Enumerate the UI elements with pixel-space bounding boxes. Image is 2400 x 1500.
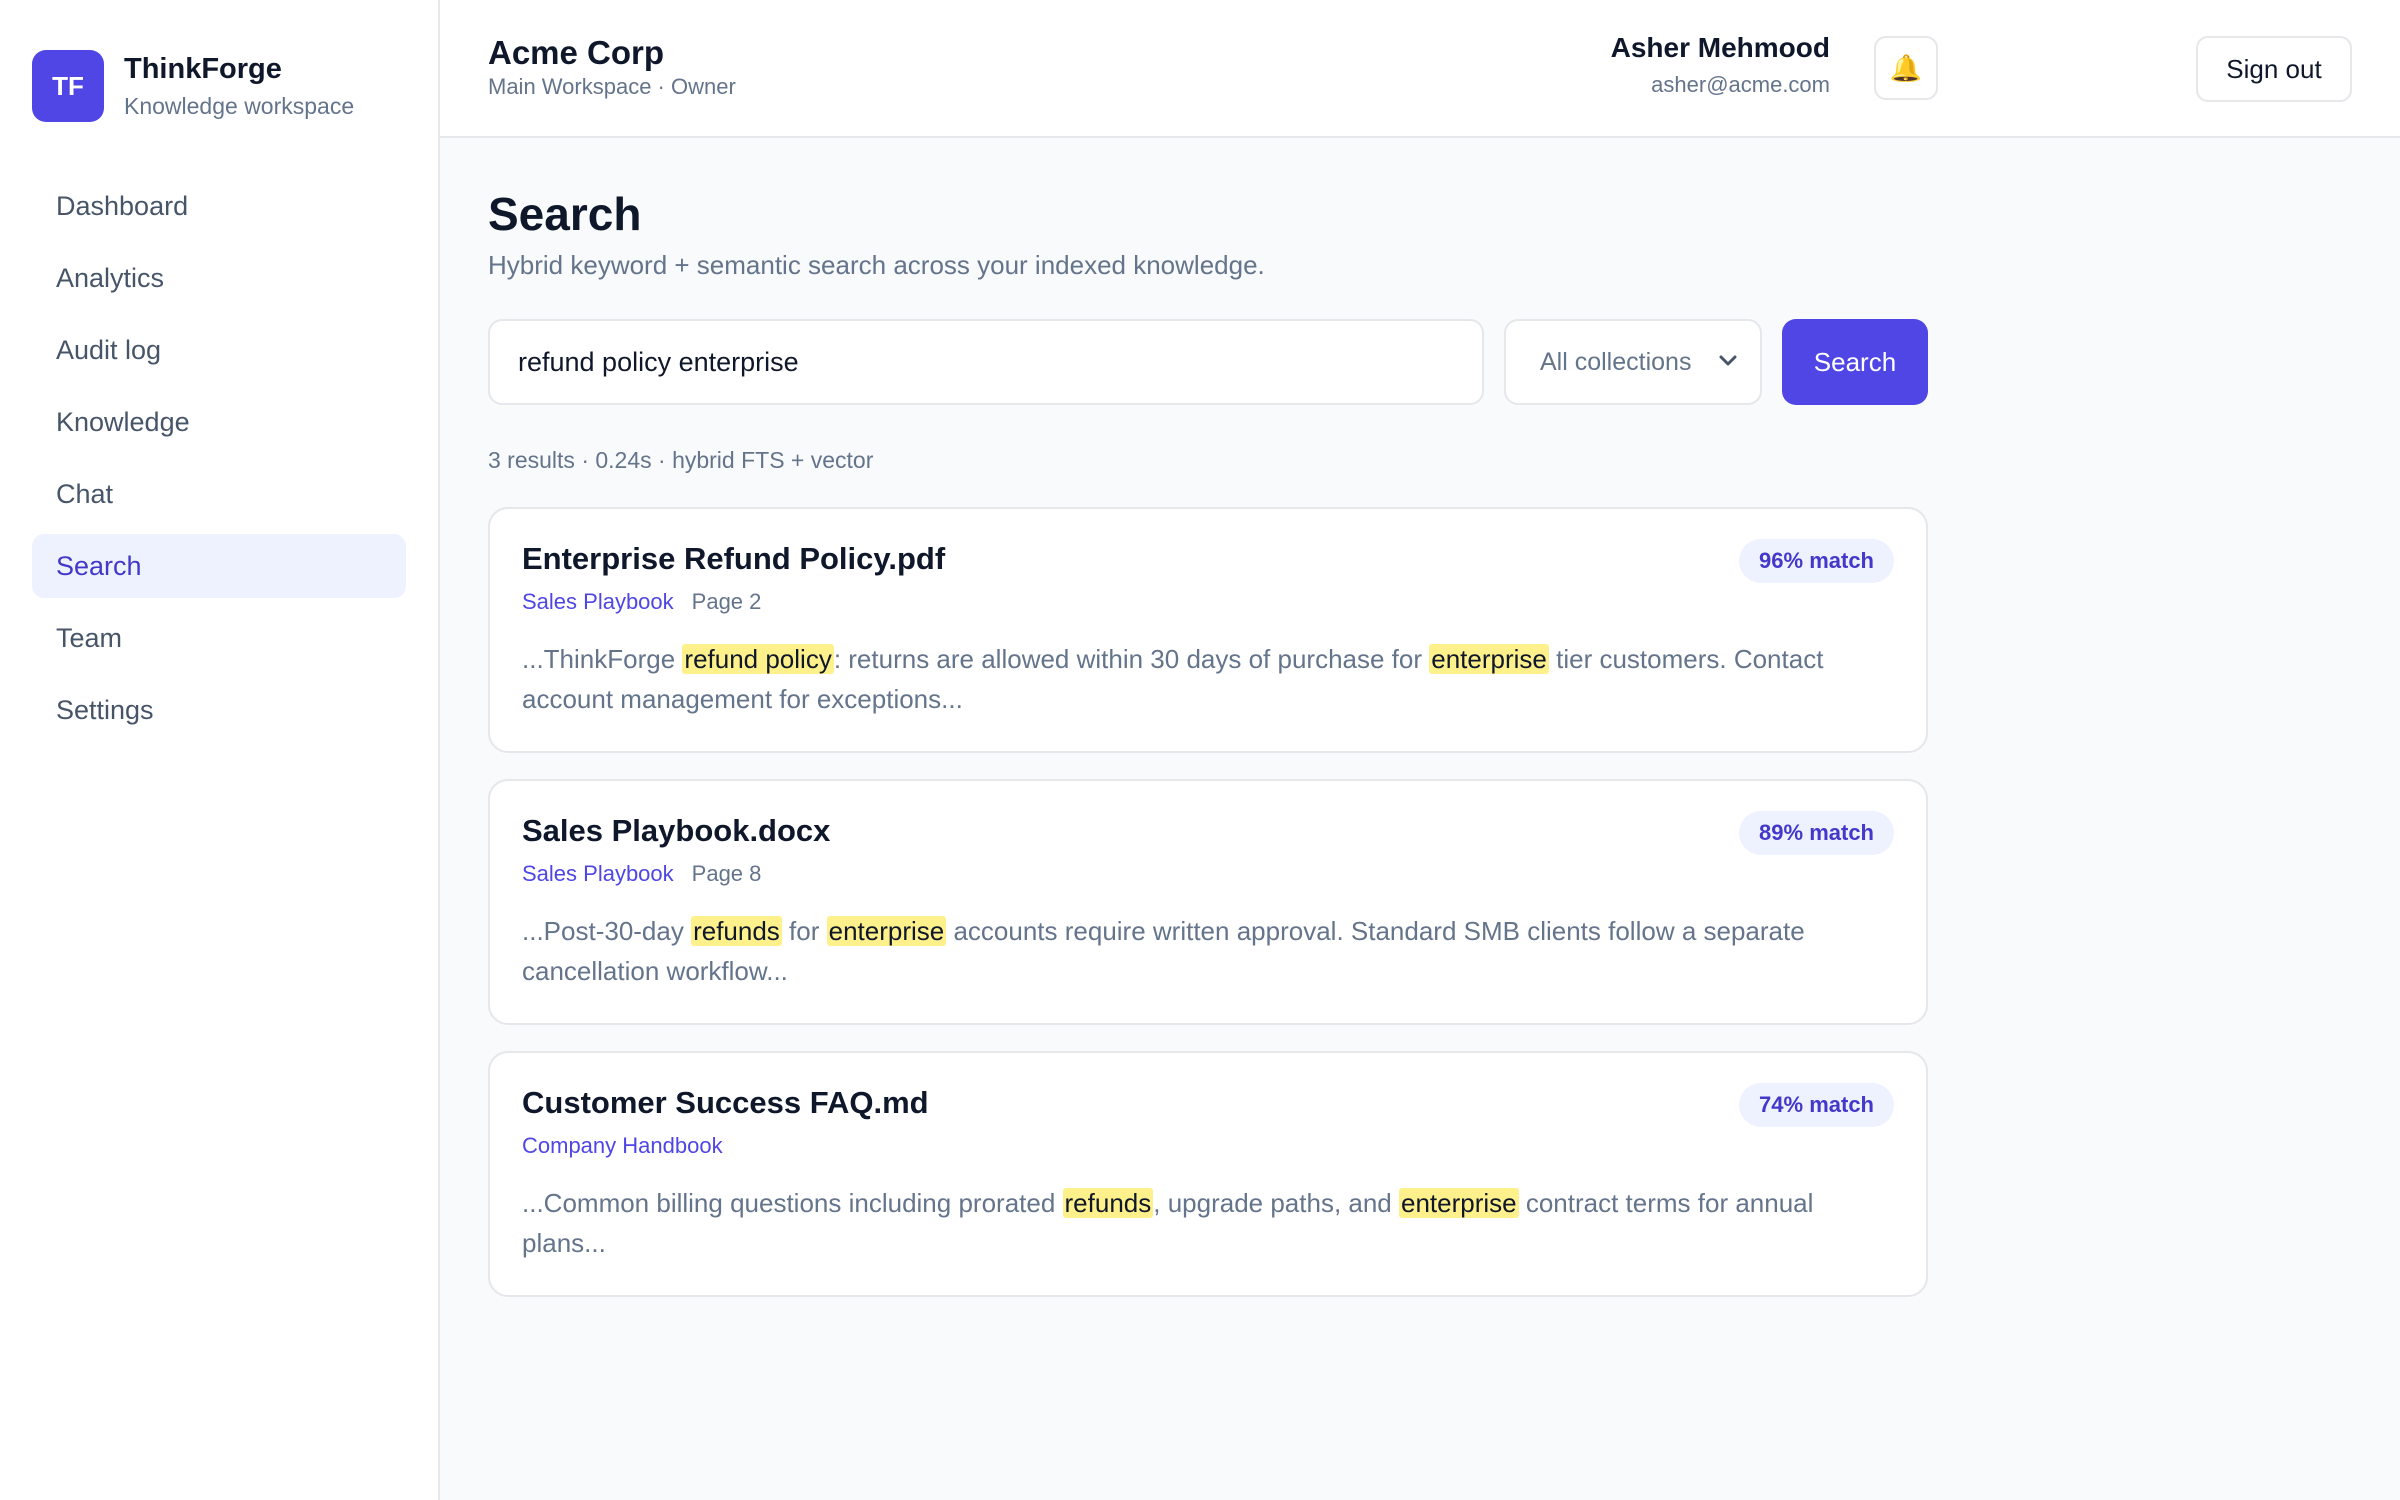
page-subtitle: Hybrid keyword + semantic search across … <box>488 250 1265 280</box>
sidebar-item-audit-log[interactable]: Audit log <box>32 318 406 382</box>
sidebar-nav: Dashboard Analytics Audit log Knowledge … <box>32 174 406 750</box>
main-content: Search Hybrid keyword + semantic search … <box>488 138 1928 1323</box>
search-button[interactable]: Search <box>1782 319 1928 405</box>
brand-subtitle: Knowledge workspace <box>124 93 355 119</box>
snippet-text: ...Common billing questions including pr… <box>522 1188 1063 1218</box>
sidebar: TF ThinkForge Knowledge workspace Dashbo… <box>0 0 440 1500</box>
result-title[interactable]: Customer Success FAQ.md <box>522 1083 1894 1123</box>
sign-out-button[interactable]: Sign out <box>2196 36 2352 102</box>
search-highlight: refunds <box>1062 1188 1154 1218</box>
collection-select-value: All collections <box>1540 347 1692 376</box>
top-bar: Acme Corp Main Workspace · Owner 🔔 Asher… <box>440 0 2400 138</box>
result-card[interactable]: Customer Success FAQ.md Company Handbook… <box>488 1051 1928 1297</box>
search-highlight: enterprise <box>1399 1188 1519 1218</box>
user-info: Asher Mehmood asher@acme.com <box>1611 30 1830 98</box>
workspace-name: Acme Corp <box>488 34 665 71</box>
notifications-button[interactable]: 🔔 <box>1874 36 1938 100</box>
result-snippet: ...ThinkForge refund policy: returns are… <box>522 639 1862 719</box>
brand: TF ThinkForge Knowledge workspace <box>32 50 354 122</box>
snippet-text: : returns are allowed within 30 days of … <box>833 644 1430 674</box>
sidebar-item-settings[interactable]: Settings <box>32 678 406 742</box>
sidebar-item-team[interactable]: Team <box>32 606 406 670</box>
chevron-down-icon <box>1719 355 1737 366</box>
snippet-text: for <box>781 916 827 946</box>
snippet-text: ...ThinkForge <box>522 644 683 674</box>
sidebar-item-dashboard[interactable]: Dashboard <box>32 174 406 238</box>
result-title[interactable]: Sales Playbook.docx <box>522 811 1894 851</box>
result-title[interactable]: Enterprise Refund Policy.pdf <box>522 539 1894 579</box>
match-badge: 74% match <box>1739 1083 1894 1127</box>
collection-select[interactable]: All collections <box>1504 319 1762 405</box>
results-list: Enterprise Refund Policy.pdf Sales Playb… <box>488 507 1928 1297</box>
result-collection: Company Handbook <box>522 1133 723 1158</box>
sidebar-item-search[interactable]: Search <box>32 534 406 598</box>
search-input[interactable] <box>488 319 1484 405</box>
snippet-text: , upgrade paths, and <box>1153 1188 1399 1218</box>
sidebar-item-analytics[interactable]: Analytics <box>32 246 406 310</box>
result-snippet: ...Post-30-day refunds for enterprise ac… <box>522 911 1862 991</box>
sidebar-item-chat[interactable]: Chat <box>32 462 406 526</box>
user-name: Asher Mehmood <box>1610 32 1830 63</box>
result-snippet: ...Common billing questions including pr… <box>522 1183 1862 1263</box>
search-highlight: enterprise <box>826 916 947 946</box>
user-email: asher@acme.com <box>1651 72 1830 97</box>
sidebar-item-knowledge[interactable]: Knowledge <box>32 390 406 454</box>
match-badge: 89% match <box>1739 811 1894 855</box>
snippet-text: ...Post-30-day <box>522 916 692 946</box>
search-highlight: refunds <box>691 916 782 946</box>
bell-icon: 🔔 <box>1889 52 1923 83</box>
results-summary: 3 results · 0.24s · hybrid FTS + vector <box>488 447 874 473</box>
brand-logo: TF <box>32 50 104 122</box>
page-title: Search <box>488 188 642 240</box>
result-page: Page 8 <box>691 861 762 886</box>
workspace-role: Main Workspace · Owner <box>488 74 736 99</box>
result-page: Page 2 <box>691 589 762 614</box>
result-card[interactable]: Enterprise Refund Policy.pdf Sales Playb… <box>488 507 1928 753</box>
search-bar: All collections Search <box>488 319 1928 405</box>
match-badge: 96% match <box>1739 539 1894 583</box>
result-collection: Sales Playbook <box>522 861 674 886</box>
brand-name: ThinkForge <box>124 53 282 85</box>
result-card[interactable]: Sales Playbook.docx Sales Playbook Page … <box>488 779 1928 1025</box>
result-collection: Sales Playbook <box>522 589 674 614</box>
search-highlight: enterprise <box>1429 644 1549 674</box>
search-highlight: refund policy <box>682 644 834 674</box>
